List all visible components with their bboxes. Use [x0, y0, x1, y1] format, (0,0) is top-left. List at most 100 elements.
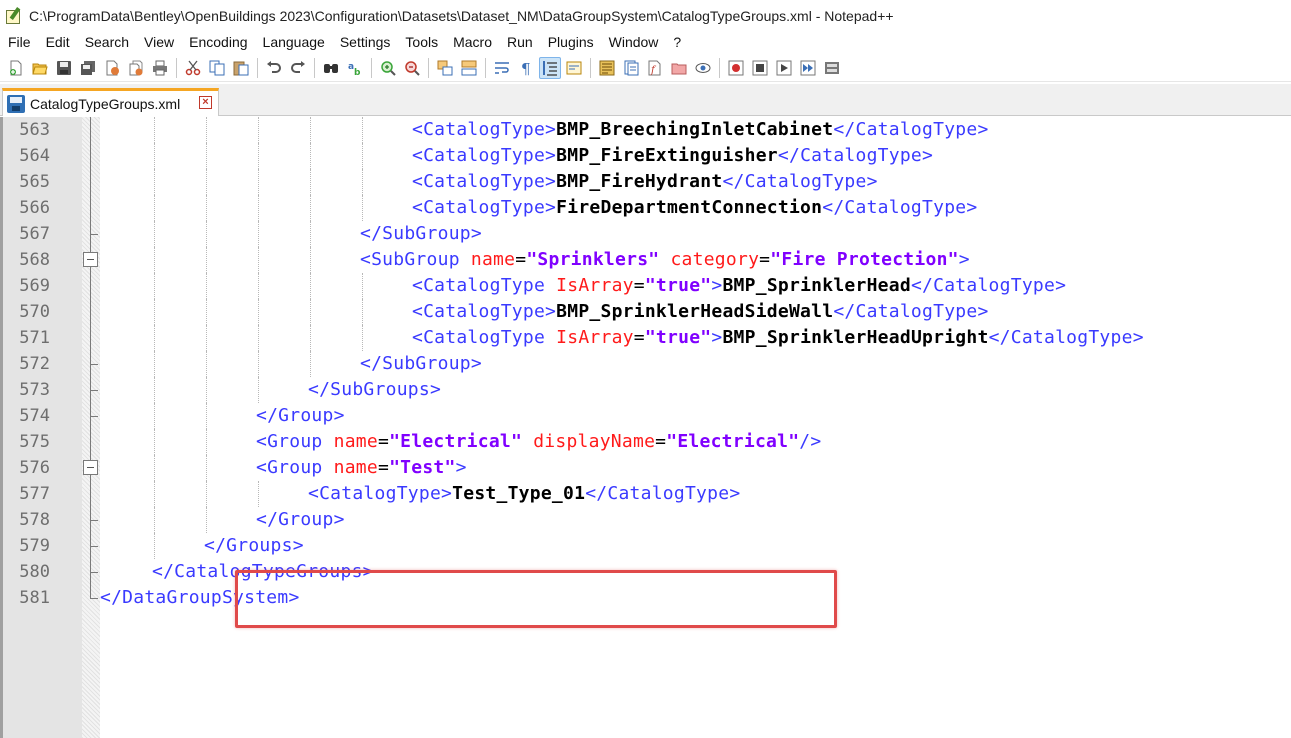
- save-macro-button[interactable]: [821, 57, 843, 79]
- udl-button[interactable]: [563, 57, 585, 79]
- code-line[interactable]: 564 <CatalogType>BMP_FireExtinguisher</Ca…: [0, 143, 1291, 169]
- code-line[interactable]: 568 <SubGroup name="Sprinklers" category=…: [0, 247, 1291, 273]
- save-button[interactable]: [53, 57, 75, 79]
- token-attr: IsArray: [556, 275, 634, 296]
- code-line[interactable]: 572 </SubGroup>: [0, 351, 1291, 377]
- token-tag: <CatalogType>: [412, 119, 557, 140]
- code-text: <CatalogType>BMP_FireExtinguisher</Catal…: [412, 143, 933, 169]
- code-text: <CatalogType>BMP_SprinklerHeadSideWall</…: [412, 299, 989, 325]
- close-icon: [106, 60, 119, 75]
- project-folder-icon: [671, 63, 687, 74]
- document-map-button[interactable]: [596, 57, 618, 79]
- code-line[interactable]: 567 </SubGroup>: [0, 221, 1291, 247]
- token-tag: </SubGroup>: [360, 223, 482, 244]
- folder-workspace-button[interactable]: f: [644, 57, 666, 79]
- print-button[interactable]: [149, 57, 171, 79]
- code-text: <CatalogType>Test_Type_01</CatalogType>: [308, 481, 740, 507]
- token-tag: </CatalogType>: [910, 275, 1067, 296]
- project-button[interactable]: [668, 57, 690, 79]
- menu-view[interactable]: View: [136, 34, 181, 50]
- token-txt: BMP_SprinklerHeadSideWall: [556, 301, 834, 322]
- code-line[interactable]: 579 </Groups>: [0, 533, 1291, 559]
- token-tag: </Group>: [256, 509, 345, 530]
- tab-catalogtypegroups[interactable]: CatalogTypeGroups.xml ×: [2, 88, 219, 116]
- run-macro-multiple-button[interactable]: [797, 57, 819, 79]
- menu-run[interactable]: Run: [499, 34, 540, 50]
- menu-tools[interactable]: Tools: [397, 34, 445, 50]
- find-button[interactable]: [320, 57, 342, 79]
- record-macro-button[interactable]: [725, 57, 747, 79]
- menu-file[interactable]: File: [0, 34, 38, 50]
- svg-text:b: b: [354, 68, 361, 76]
- token-attr: IsArray: [556, 327, 634, 348]
- token-tag: <Group: [256, 457, 334, 478]
- title-bar: C:\ProgramData\Bentley\OpenBuildings 202…: [0, 0, 1291, 31]
- monitoring-icon: [695, 62, 711, 73]
- function-list-button[interactable]: [620, 57, 642, 79]
- token-txt: BMP_FireExtinguisher: [556, 145, 778, 166]
- menu-window[interactable]: Window: [601, 34, 666, 50]
- sync-vertical-button[interactable]: [434, 57, 456, 79]
- undo-button[interactable]: [263, 57, 285, 79]
- tab-close-icon[interactable]: ×: [199, 96, 212, 109]
- tab-save-icon: [7, 94, 25, 113]
- token-tag: </SubGroups>: [308, 379, 442, 400]
- code-line[interactable]: 575 <Group name="Electrical" displayName=…: [0, 429, 1291, 455]
- menu-plugins[interactable]: Plugins: [540, 34, 601, 50]
- menu-macro[interactable]: Macro: [445, 34, 499, 50]
- token-tag: </CatalogType>: [833, 301, 989, 322]
- paste-button[interactable]: [230, 57, 252, 79]
- highlight-annotation: [235, 570, 837, 628]
- token-val: "Fire Protection": [770, 249, 959, 270]
- code-text: <CatalogType IsArray="true">BMP_Sprinkle…: [412, 325, 1144, 351]
- stop-record-button[interactable]: [749, 57, 771, 79]
- toolbar-separator: [176, 57, 177, 78]
- zoom-in-button[interactable]: [377, 57, 399, 79]
- menu-edit[interactable]: Edit: [38, 34, 77, 50]
- monitoring-button[interactable]: [692, 57, 714, 79]
- close-all-button[interactable]: [125, 57, 147, 79]
- word-wrap-button[interactable]: [491, 57, 513, 79]
- play-macro-button[interactable]: [773, 57, 795, 79]
- code-line[interactable]: 573 </SubGroups>: [0, 377, 1291, 403]
- save-all-button[interactable]: [77, 57, 99, 79]
- new-file-button[interactable]: [5, 57, 27, 79]
- token-tag: >: [455, 457, 467, 478]
- token-attr: displayName: [522, 431, 656, 452]
- code-line[interactable]: 577 <CatalogType>Test_Type_01</CatalogTyp…: [0, 481, 1291, 507]
- menu-encoding[interactable]: Encoding: [181, 34, 254, 50]
- sync-horizontal-button[interactable]: [458, 57, 480, 79]
- code-line[interactable]: 566 <CatalogType>FireDepartmentConnection…: [0, 195, 1291, 221]
- code-line[interactable]: 578 </Group>: [0, 507, 1291, 533]
- redo-button[interactable]: [287, 57, 309, 79]
- open-file-button[interactable]: [29, 57, 51, 79]
- show-all-chars-button[interactable]: ¶: [515, 57, 537, 79]
- code-line[interactable]: 565 <CatalogType>BMP_FireHydrant</Catalog…: [0, 169, 1291, 195]
- save-all-icon: [81, 60, 95, 75]
- play-macro-icon: [776, 60, 792, 75]
- menu-search[interactable]: Search: [77, 34, 136, 50]
- menu-help[interactable]: ?: [665, 34, 688, 50]
- indent-guide-button[interactable]: [539, 56, 561, 79]
- code-line[interactable]: 576 <Group name="Test">: [0, 455, 1291, 481]
- find-icon: [324, 63, 338, 73]
- code-line[interactable]: 569 <CatalogType IsArray="true">BMP_Sprin…: [0, 273, 1291, 299]
- copy-button[interactable]: [206, 57, 228, 79]
- tab-bar: CatalogTypeGroups.xml ×: [0, 84, 1291, 116]
- close-file-button[interactable]: [101, 57, 123, 79]
- replace-button[interactable]: ab: [344, 57, 366, 79]
- menu-language[interactable]: Language: [255, 34, 332, 50]
- editor[interactable]: 563 <CatalogType>BMP_BreechingInletCabine…: [0, 117, 1291, 738]
- zoom-out-button[interactable]: [401, 57, 423, 79]
- code-line[interactable]: 574 </Group>: [0, 403, 1291, 429]
- token-tag: <CatalogType: [412, 275, 557, 296]
- code-line[interactable]: 571 <CatalogType IsArray="true">BMP_Sprin…: [0, 325, 1291, 351]
- code-text: <CatalogType>BMP_FireHydrant</CatalogTyp…: [412, 169, 878, 195]
- code-line[interactable]: 563 <CatalogType>BMP_BreechingInletCabine…: [0, 117, 1291, 143]
- line-number: 572: [19, 354, 50, 374]
- menu-settings[interactable]: Settings: [332, 34, 398, 50]
- code-line[interactable]: 570 <CatalogType>BMP_SprinklerHeadSideWal…: [0, 299, 1291, 325]
- token-txt: Test_Type_01: [452, 483, 586, 504]
- cut-button[interactable]: [182, 57, 204, 79]
- show-all-chars-icon: ¶: [521, 60, 531, 76]
